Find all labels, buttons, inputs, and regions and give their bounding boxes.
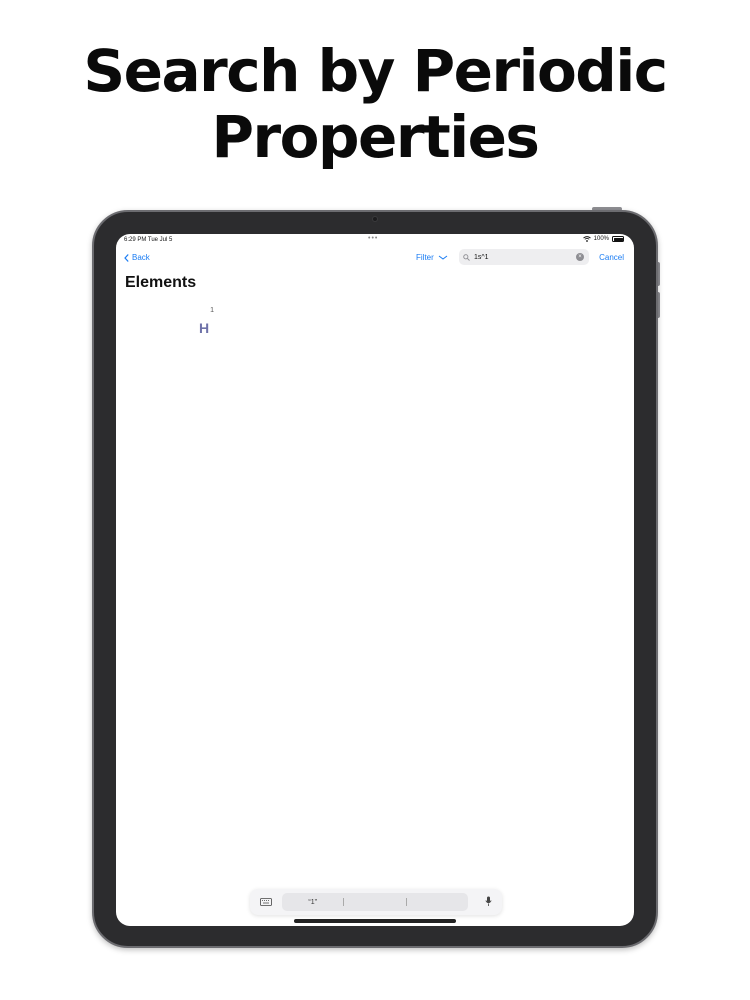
keyboard-shortcut-bar: “1” [250,889,502,915]
element-number: 1 [210,307,214,314]
status-right: 100% [582,236,624,242]
back-label: Back [132,253,150,262]
element-symbol: H [199,320,210,336]
microphone-icon[interactable] [485,896,492,907]
predictive-suggestions: “1” [282,893,468,911]
back-button[interactable]: Back [124,253,150,262]
chevron-down-icon [438,255,448,260]
ipad-screen: 6:29 PM Tue Jul 5 ••• 100% Back Filter 1… [116,234,634,926]
search-icon [463,253,470,261]
nav-bar: Back Filter × Cancel [116,248,634,268]
wifi-icon [582,236,591,242]
camera [372,216,378,222]
battery-icon [612,236,624,242]
page-title: Elements [125,274,197,291]
home-indicator[interactable] [294,919,456,923]
suggestion-1[interactable]: “1” [282,893,343,911]
suggestion-2[interactable] [344,893,405,911]
status-bar: 6:29 PM Tue Jul 5 ••• 100% [116,234,634,246]
search-field[interactable]: × [459,249,589,265]
clear-icon: × [578,254,582,260]
battery-percent: 100% [593,236,609,242]
keyboard-icon[interactable] [260,898,272,906]
headline-line-1: Search by Periodic [83,37,668,105]
element-tile[interactable]: 1 H [196,307,216,339]
headline-line-2: Properties [211,103,540,171]
cancel-button[interactable]: Cancel [599,253,624,262]
multitasking-dots[interactable]: ••• [368,235,378,242]
suggestion-3[interactable] [407,893,468,911]
chevron-left-icon [124,253,129,262]
filter-label: Filter [416,253,434,262]
status-time: 6:29 PM Tue Jul 5 [124,237,173,243]
clear-search-button[interactable]: × [576,253,584,261]
search-input[interactable] [474,253,564,261]
headline: Search by Periodic Properties [0,38,750,170]
filter-button[interactable]: Filter [416,253,448,262]
